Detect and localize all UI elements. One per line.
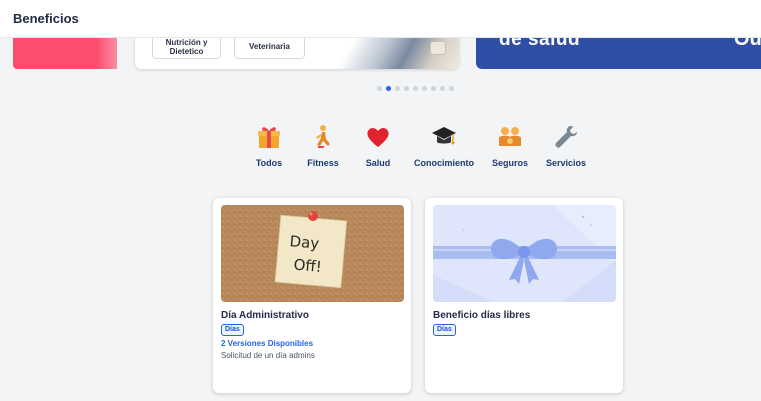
category-label: Seguros xyxy=(491,158,528,168)
card-description: Solicitud de un día admins xyxy=(221,351,315,360)
gift-ribbon-image xyxy=(433,205,616,302)
category-fitness[interactable]: Fitness xyxy=(306,124,340,170)
pushpin-icon xyxy=(308,211,318,221)
card-versions-link[interactable]: 2 Versiones Disponibles xyxy=(221,339,313,348)
carousel-dots xyxy=(377,86,454,92)
category-conocimiento[interactable]: Conocimiento xyxy=(413,124,475,170)
family-icon xyxy=(499,127,521,146)
benefit-card[interactable]: Beneficio días libres Días xyxy=(425,198,623,393)
cup-icon xyxy=(430,41,446,55)
heart-icon xyxy=(367,128,389,147)
wrench-icon xyxy=(555,126,577,148)
carousel-dot-5[interactable] xyxy=(413,86,418,91)
slide-heading: de salud xyxy=(499,38,581,50)
carousel-dot-9[interactable] xyxy=(449,86,454,91)
category-servicios[interactable]: Servicios xyxy=(545,124,587,170)
note-text-1: Day xyxy=(289,232,320,253)
gift-icon xyxy=(258,127,280,148)
chip-nutricion: Nutrición y Dietetico xyxy=(152,38,221,59)
benefits-carousel[interactable]: Nutrición y Dietetico ● ● Veterinaria de… xyxy=(0,38,761,72)
card-title: Beneficio días libres xyxy=(433,310,531,321)
note-text-2: Off! xyxy=(293,256,323,276)
carousel-dot-6[interactable] xyxy=(422,86,427,91)
carousel-dot-1[interactable] xyxy=(377,86,382,91)
carousel-dot-4[interactable] xyxy=(404,86,409,91)
carousel-slide-next[interactable]: de salud Ou xyxy=(476,38,761,69)
benefit-card[interactable]: Day Off! Día Administrativo Días 2 Versi… xyxy=(213,198,411,393)
top-bar: Beneficios xyxy=(0,0,761,38)
carousel-dot-3[interactable] xyxy=(395,86,400,91)
category-label: Fitness xyxy=(307,158,339,168)
runner-icon xyxy=(316,125,330,148)
category-label: Salud xyxy=(365,158,391,168)
carousel-slide-prev[interactable] xyxy=(13,38,117,69)
card-tag: Días xyxy=(433,324,456,336)
paw-icon: ● ● xyxy=(257,38,270,39)
page-title: Beneficios xyxy=(13,11,79,26)
slide-heading-cont: Ou xyxy=(734,38,761,50)
category-seguros[interactable]: Seguros xyxy=(490,124,530,170)
category-filter-bar: Todos Fitness Salud Conocimiento Seguros… xyxy=(0,124,761,172)
carousel-slide-current[interactable]: Nutrición y Dietetico ● ● Veterinaria xyxy=(135,38,459,69)
card-image xyxy=(433,205,616,302)
chip-veterinaria: ● ● Veterinaria xyxy=(234,38,305,59)
category-label: Todos xyxy=(255,158,283,168)
category-label: Servicios xyxy=(545,158,587,168)
card-image: Day Off! xyxy=(221,205,404,302)
card-tag: Días xyxy=(221,324,244,336)
chip-veterinaria-label: Veterinaria xyxy=(249,42,290,51)
card-title: Día Administrativo xyxy=(221,310,309,321)
category-todos[interactable]: Todos xyxy=(255,124,283,170)
carousel-dot-2[interactable] xyxy=(386,86,391,91)
corkboard-image: Day Off! xyxy=(221,205,404,302)
category-label: Conocimiento xyxy=(414,158,474,168)
carousel-dot-7[interactable] xyxy=(431,86,436,91)
category-salud[interactable]: Salud xyxy=(364,124,392,170)
graduation-cap-icon xyxy=(432,127,456,145)
carousel-dot-8[interactable] xyxy=(440,86,445,91)
